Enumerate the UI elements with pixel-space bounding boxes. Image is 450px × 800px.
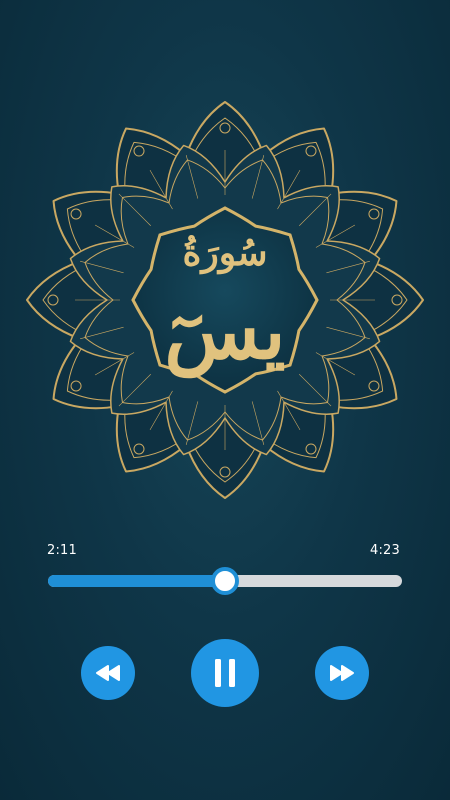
pause-icon bbox=[215, 659, 235, 687]
surah-title-line1: سُورَةُ bbox=[182, 232, 267, 275]
rewind-icon bbox=[96, 665, 120, 681]
surah-title-line2: يسٓ bbox=[164, 286, 285, 379]
rewind-button[interactable] bbox=[81, 646, 135, 700]
elapsed-time: 2:11 bbox=[47, 543, 77, 558]
seek-bar[interactable] bbox=[48, 567, 402, 595]
seek-progress bbox=[48, 575, 225, 587]
pause-button[interactable] bbox=[191, 639, 259, 707]
surah-artwork: سُورَةُ يسٓ bbox=[25, 100, 425, 500]
seek-thumb[interactable] bbox=[211, 567, 239, 595]
fast-forward-icon bbox=[330, 665, 354, 681]
fast-forward-button[interactable] bbox=[315, 646, 369, 700]
total-duration: 4:23 bbox=[370, 543, 400, 558]
mandala-ornament: سُورَةُ يسٓ bbox=[26, 101, 424, 499]
